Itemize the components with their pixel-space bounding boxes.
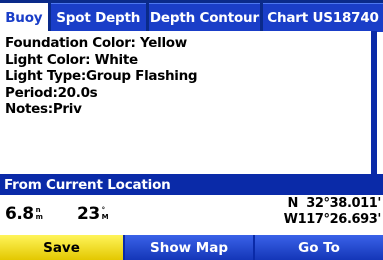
tab-depth-contour[interactable]: Depth Contour (148, 3, 260, 32)
buoy-details: Foundation Color: Yellow Light Color: Wh… (0, 31, 377, 174)
go-to-button[interactable]: Go To (255, 235, 383, 260)
save-button[interactable]: Save (0, 235, 123, 260)
distance-value: 6.8 (5, 204, 34, 224)
bearing-readout: 23 ° M (77, 204, 109, 224)
show-map-button[interactable]: Show Map (125, 235, 253, 260)
bearing-unit-bottom: M (101, 213, 109, 221)
notes-line: Notes:Priv (5, 101, 82, 117)
bearing-value: 23 (77, 204, 100, 224)
location-data: 6.8 n m 23 ° M N 32°38.011' W117°26.693' (0, 195, 383, 235)
buoy-info-screen: Buoy Spot Depth Depth Contour Chart US18… (0, 0, 383, 260)
tab-bar: Buoy Spot Depth Depth Contour Chart US18… (0, 0, 383, 32)
distance-unit-bottom: m (35, 213, 43, 221)
distance-unit: nm (36, 207, 43, 221)
period-line: Period:20.0s (5, 84, 98, 101)
tab-spot-depth[interactable]: Spot Depth (50, 3, 146, 32)
section-header: From Current Location (0, 174, 383, 195)
foundation-color-line: Foundation Color: Yellow (5, 35, 187, 51)
bearing-unit: ° M (101, 207, 109, 221)
latitude: N 32°38.011' (287, 196, 382, 211)
coordinates: N 32°38.011' W117°26.693' (283, 196, 382, 228)
longitude: W117°26.693' (283, 212, 382, 227)
light-type-line: Light Type:Group Flashing (5, 68, 198, 84)
tab-buoy[interactable]: Buoy (0, 3, 48, 32)
light-color-line: Light Color: White (5, 51, 138, 68)
distance-readout: 6.8 n m (5, 204, 43, 224)
button-bar: Save Show Map Go To (0, 235, 383, 260)
tab-chart[interactable]: Chart US18740 (262, 3, 383, 32)
section-title: From Current Location (4, 176, 171, 193)
